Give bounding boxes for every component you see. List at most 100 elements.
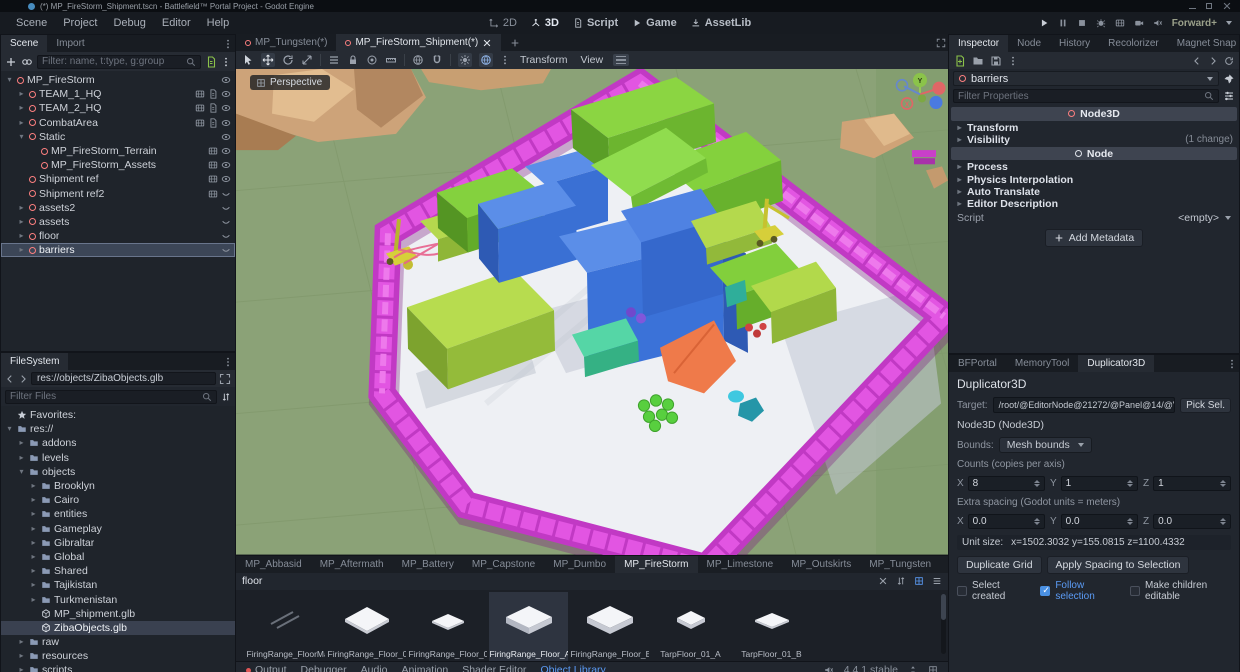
switch-2d[interactable]: 2D	[489, 17, 517, 29]
tree-row[interactable]: Favorites:	[1, 408, 235, 422]
history-forward-icon[interactable]	[1208, 56, 1218, 66]
visible-eye-icon[interactable]	[221, 160, 231, 170]
hidden-eye-icon[interactable]	[221, 189, 231, 199]
mute-icon[interactable]	[824, 665, 834, 672]
script-icon[interactable]	[208, 89, 218, 99]
local-space-icon[interactable]	[412, 54, 424, 66]
pick-selection-button[interactable]: Pick Sel.	[1180, 398, 1231, 413]
visible-eye-icon[interactable]	[221, 103, 231, 113]
library-item-selected[interactable]: FiringRange_Floor_A	[489, 592, 568, 661]
library-scrollbar[interactable]	[941, 594, 946, 654]
section-editor-description[interactable]: Editor Description	[949, 198, 1239, 210]
tree-row[interactable]: TEAM_2_HQ	[1, 101, 235, 115]
library-search-input[interactable]	[242, 575, 870, 587]
tab-filesystem[interactable]: FileSystem	[1, 353, 68, 370]
close-tab-icon[interactable]	[482, 38, 492, 48]
sun-environment-settings-button[interactable]	[613, 54, 629, 66]
target-path-field[interactable]: /root/@EditorNode@21272/@Panel@14/@VBoxC…	[993, 397, 1176, 413]
spacing-z-spinner[interactable]: 0.0	[1153, 514, 1231, 529]
script-icon[interactable]	[208, 103, 218, 113]
section-physics-interpolation[interactable]: Physics Interpolation	[949, 174, 1239, 186]
map-tab[interactable]: MP_Aftermath	[311, 556, 393, 573]
tab-node[interactable]: Node	[1008, 35, 1050, 52]
hidden-eye-icon[interactable]	[221, 231, 231, 241]
tab-scene[interactable]: Scene	[1, 35, 47, 52]
library-item[interactable]: FiringRange_FloorMark_	[246, 592, 325, 661]
split-mode-icon[interactable]	[219, 373, 231, 385]
bottom-tab-animation[interactable]: Animation	[402, 664, 449, 672]
library-item[interactable]: FiringRange_Floor_02	[408, 592, 487, 661]
tab-duplicator3d[interactable]: Duplicator3D	[1078, 355, 1154, 372]
tree-row[interactable]: addons	[1, 436, 235, 450]
tab-magnet-snap[interactable]: Magnet Snap	[1168, 35, 1240, 52]
visible-eye-icon[interactable]	[221, 89, 231, 99]
visible-eye-icon[interactable]	[221, 174, 231, 184]
tree-row[interactable]: Static	[1, 130, 235, 144]
scene-tree-menu-icon[interactable]	[221, 57, 231, 67]
edited-node-selector[interactable]: barriers	[953, 71, 1219, 86]
tree-row[interactable]: Cairo	[1, 493, 235, 507]
map-tab[interactable]: MP_Outskirts	[782, 556, 860, 573]
menu-project[interactable]: Project	[55, 17, 105, 29]
map-tab[interactable]: MP_Capstone	[463, 556, 544, 573]
tree-row[interactable]: assets	[1, 215, 235, 229]
hidden-eye-icon[interactable]	[221, 203, 231, 213]
file-sort-icon[interactable]	[221, 392, 231, 402]
map-tab[interactable]: MP_Tungsten	[860, 556, 940, 573]
count-x-spinner[interactable]: 8	[968, 476, 1045, 491]
section-transform[interactable]: Transform	[949, 122, 1239, 134]
switch-script[interactable]: Script	[573, 17, 618, 29]
mute-icon[interactable]	[1153, 18, 1163, 28]
bottom-tab-object-library[interactable]: Object Library	[540, 664, 605, 672]
view-menu[interactable]: View	[577, 54, 606, 66]
bottom-tab-debugger[interactable]: Debugger	[301, 664, 347, 672]
section-visibility[interactable]: Visibility(1 change)	[949, 134, 1239, 146]
map-tab-active[interactable]: MP_FireStorm	[615, 556, 697, 573]
grid-view-icon[interactable]	[914, 576, 924, 586]
hidden-eye-icon[interactable]	[221, 217, 231, 227]
move-mode-icon[interactable]	[262, 54, 274, 66]
expand-viewport-icon[interactable]	[934, 34, 948, 51]
count-y-spinner[interactable]: 1	[1061, 476, 1138, 491]
preview-sun-icon[interactable]	[459, 54, 471, 66]
group-node-icon[interactable]	[366, 54, 378, 66]
hidden-eye-icon[interactable]	[221, 245, 231, 255]
tree-row[interactable]: assets2	[1, 201, 235, 215]
map-tab[interactable]: MP_Dumbo	[544, 556, 615, 573]
property-tools-icon[interactable]	[1223, 90, 1235, 102]
attach-script-icon[interactable]	[205, 56, 217, 68]
map-tab[interactable]: MP_Battery	[393, 556, 463, 573]
add-node-button[interactable]	[5, 56, 17, 68]
ruler-mode-icon[interactable]	[385, 54, 397, 66]
add-metadata-button[interactable]: Add Metadata	[1045, 229, 1143, 247]
lock-node-icon[interactable]	[347, 54, 359, 66]
bottom-tab-audio[interactable]: Audio	[361, 664, 388, 672]
section-auto-translate[interactable]: Auto Translate	[949, 186, 1239, 198]
tab-bfportal[interactable]: BFPortal	[949, 355, 1006, 372]
tree-row[interactable]: res://	[1, 422, 235, 436]
scale-mode-icon[interactable]	[301, 54, 313, 66]
new-scene-tab-button[interactable]	[501, 34, 529, 51]
movie-maker-icon[interactable]	[1115, 18, 1125, 28]
follow-selection-checkbox[interactable]: Follow selection	[1040, 580, 1116, 602]
tree-row[interactable]: resources	[1, 649, 235, 663]
property-filter-input[interactable]	[958, 91, 1200, 102]
load-resource-icon[interactable]	[972, 55, 984, 67]
instance-scene-button[interactable]	[21, 56, 33, 68]
maximize-button[interactable]	[1206, 3, 1212, 9]
preview-environment-icon[interactable]	[480, 54, 492, 66]
map-tab[interactable]: MP_Limestone	[698, 556, 783, 573]
property-filter-box[interactable]	[953, 89, 1219, 103]
nav-forward-icon[interactable]	[18, 374, 28, 384]
tree-row[interactable]: TEAM_1_HQ	[1, 87, 235, 101]
bounds-dropdown[interactable]: Mesh bounds	[999, 437, 1092, 453]
close-button[interactable]	[1222, 1, 1232, 11]
sort-icon[interactable]	[896, 576, 906, 586]
scene-tab-mp-firestorm-shipment[interactable]: MP_FireStorm_Shipment(*)	[336, 34, 501, 51]
tree-row[interactable]: Gibraltar	[1, 536, 235, 550]
clear-search-icon[interactable]	[878, 576, 888, 586]
scene-filter-input[interactable]	[42, 56, 182, 67]
tree-row[interactable]: objects	[1, 465, 235, 479]
visible-eye-icon[interactable]	[221, 132, 231, 142]
save-resource-icon[interactable]	[990, 55, 1002, 67]
